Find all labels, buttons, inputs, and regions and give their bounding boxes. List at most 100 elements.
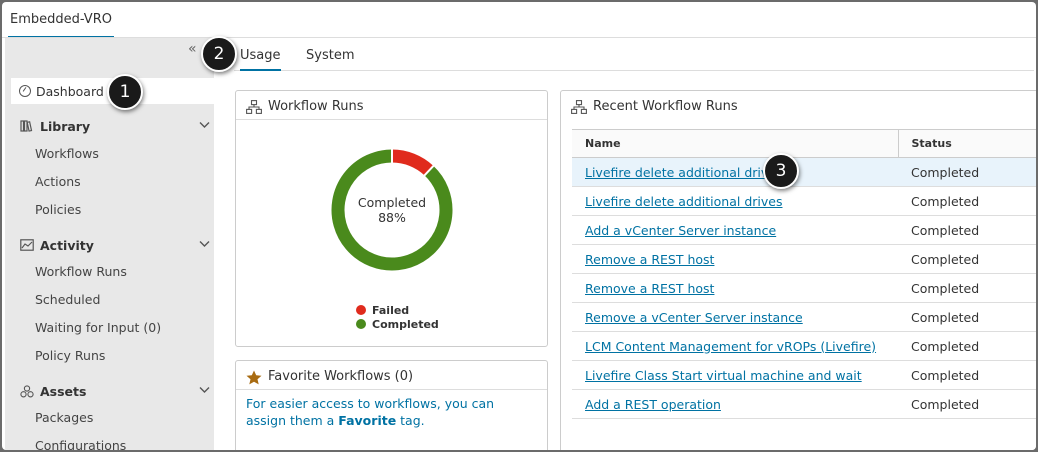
- table-row[interactable]: Add a REST operation Completed: [572, 389, 1036, 419]
- donut-center-label: Completed 88%: [330, 195, 454, 225]
- legend-item-completed: Completed: [356, 317, 439, 331]
- star-icon: [246, 370, 262, 384]
- sidebar-item-packages[interactable]: Packages: [35, 410, 93, 425]
- workflow-run-link[interactable]: Livefire Class Start virtual machine and…: [585, 368, 862, 383]
- recent-runs-table: Name Status Livefire delete additional d…: [572, 129, 1036, 419]
- run-status-cell: Completed: [898, 244, 1036, 274]
- table-row[interactable]: Remove a REST host Completed: [572, 244, 1036, 274]
- table-row[interactable]: Livefire delete additional drives Complet…: [572, 157, 1036, 187]
- card-title: Recent Workflow Runs: [571, 99, 738, 114]
- sidebar-item-configurations[interactable]: Configurations: [35, 438, 126, 450]
- sidebar-section-library[interactable]: Library: [20, 115, 210, 137]
- recent-workflow-runs-card: Recent Workflow Runs Name Status Livefir…: [560, 90, 1036, 450]
- tab-system[interactable]: System: [306, 48, 354, 69]
- workflow-run-link[interactable]: Remove a vCenter Server instance: [585, 310, 803, 325]
- favorite-keyword: Favorite: [338, 413, 397, 428]
- run-status-cell: Completed: [898, 302, 1036, 332]
- donut-center-text: Completed: [357, 195, 427, 210]
- chart-legend: Failed Completed: [356, 303, 439, 331]
- recent-workflow-runs-title: Recent Workflow Runs: [593, 99, 738, 114]
- section-label: Activity: [40, 237, 94, 253]
- app-tab-embedded-vro[interactable]: Embedded-VRO: [8, 10, 114, 38]
- run-name-cell: Livefire Class Start virtual machine and…: [572, 360, 898, 390]
- workflow-run-link[interactable]: Livefire delete additional drives: [585, 165, 782, 180]
- donut-slice-failed[interactable]: [391, 149, 434, 176]
- run-status-cell: Completed: [898, 186, 1036, 216]
- callout-badge-1: 1: [107, 74, 143, 110]
- sidebar-item-scheduled[interactable]: Scheduled: [35, 292, 100, 307]
- run-name-cell: Remove a REST host: [572, 273, 898, 303]
- legend-swatch: [356, 305, 366, 315]
- dashboard-icon: [19, 85, 31, 97]
- sidebar-section-assets[interactable]: Assets: [20, 380, 210, 402]
- sidebar-item-policy-runs[interactable]: Policy Runs: [35, 348, 105, 363]
- workflow-run-link[interactable]: LCM Content Management for vROPs (Livefi…: [585, 339, 876, 354]
- table-header-row: Name Status: [572, 129, 1036, 158]
- workflow-runs-title: Workflow Runs: [268, 99, 364, 114]
- table-row[interactable]: Remove a REST host Completed: [572, 273, 1036, 303]
- sidebar-item-label: Dashboard: [36, 83, 104, 99]
- sidebar-item-workflows[interactable]: Workflows: [35, 146, 99, 161]
- collapse-sidebar-icon[interactable]: «: [188, 41, 197, 57]
- app-frame: Embedded-VRO « Dashboard Library Workflo…: [2, 2, 1036, 450]
- column-header-name[interactable]: Name: [572, 129, 898, 158]
- favorites-help-text: For easier access to workflows, you can …: [246, 395, 531, 429]
- run-status-cell: Completed: [898, 215, 1036, 245]
- sidebar-item-workflow-runs[interactable]: Workflow Runs: [35, 264, 127, 279]
- favorite-workflows-title: Favorite Workflows (0): [268, 369, 414, 384]
- assets-icon: [20, 384, 34, 397]
- card-title: Workflow Runs: [246, 99, 364, 114]
- library-icon: [20, 120, 34, 132]
- column-header-status[interactable]: Status: [897, 129, 1036, 158]
- chevron-down-icon: [199, 238, 210, 251]
- card-divider: [236, 119, 547, 120]
- table-row[interactable]: Add a vCenter Server instance Completed: [572, 215, 1036, 245]
- table-row[interactable]: LCM Content Management for vROPs (Livefi…: [572, 331, 1036, 361]
- workflow-runs-card: Workflow Runs Completed 88% Failed Compl…: [235, 90, 548, 347]
- table-row[interactable]: Remove a vCenter Server instance Complete…: [572, 302, 1036, 332]
- donut-center-value: 88%: [378, 210, 406, 225]
- run-name-cell: Livefire delete additional drives: [572, 157, 898, 187]
- run-status-cell: Completed: [898, 360, 1036, 390]
- workflow-icon: [571, 99, 587, 114]
- callout-badge-3: 3: [763, 153, 799, 189]
- tab-bar: Usage System: [234, 38, 1034, 71]
- legend-swatch: [356, 319, 366, 329]
- legend-label: Completed: [372, 317, 439, 331]
- run-status-cell: Completed: [898, 157, 1036, 187]
- section-label: Library: [40, 118, 91, 134]
- table-row[interactable]: Livefire Class Start virtual machine and…: [572, 360, 1036, 390]
- workflow-icon: [246, 99, 262, 114]
- run-status-cell: Completed: [898, 273, 1036, 303]
- legend-item-failed: Failed: [356, 303, 439, 317]
- callout-badge-2: 2: [201, 36, 237, 72]
- sidebar-item-actions[interactable]: Actions: [35, 174, 81, 189]
- run-name-cell: Add a vCenter Server instance: [572, 215, 898, 245]
- help-text-part: tag.: [396, 413, 425, 428]
- workflow-run-link[interactable]: Add a REST operation: [585, 397, 721, 412]
- workflow-run-link[interactable]: Remove a REST host: [585, 252, 714, 267]
- sidebar-item-policies[interactable]: Policies: [35, 202, 81, 217]
- favorite-workflows-card: Favorite Workflows (0) For easier access…: [235, 360, 548, 450]
- sidebar-item-waiting-for-input[interactable]: Waiting for Input (0): [35, 320, 161, 335]
- chevron-down-icon: [199, 384, 210, 397]
- sidebar-section-activity[interactable]: Activity: [20, 234, 210, 256]
- run-name-cell: LCM Content Management for vROPs (Livefi…: [572, 331, 898, 361]
- chevron-down-icon: [199, 119, 210, 132]
- card-title: Favorite Workflows (0): [246, 369, 413, 384]
- run-name-cell: Livefire delete additional drives: [572, 186, 898, 216]
- legend-label: Failed: [372, 303, 410, 317]
- run-name-cell: Remove a REST host: [572, 244, 898, 274]
- workflow-run-link[interactable]: Remove a REST host: [585, 281, 714, 296]
- workflow-run-link[interactable]: Add a vCenter Server instance: [585, 223, 776, 238]
- run-status-cell: Completed: [898, 331, 1036, 361]
- activity-icon: [20, 239, 34, 251]
- section-label: Assets: [40, 383, 87, 399]
- card-divider: [236, 389, 547, 390]
- workflow-run-link[interactable]: Livefire delete additional drives: [585, 194, 782, 209]
- run-status-cell: Completed: [898, 389, 1036, 419]
- run-name-cell: Add a REST operation: [572, 389, 898, 419]
- tab-usage[interactable]: Usage: [240, 48, 281, 71]
- table-row[interactable]: Livefire delete additional drives Complet…: [572, 186, 1036, 216]
- run-name-cell: Remove a vCenter Server instance: [572, 302, 898, 332]
